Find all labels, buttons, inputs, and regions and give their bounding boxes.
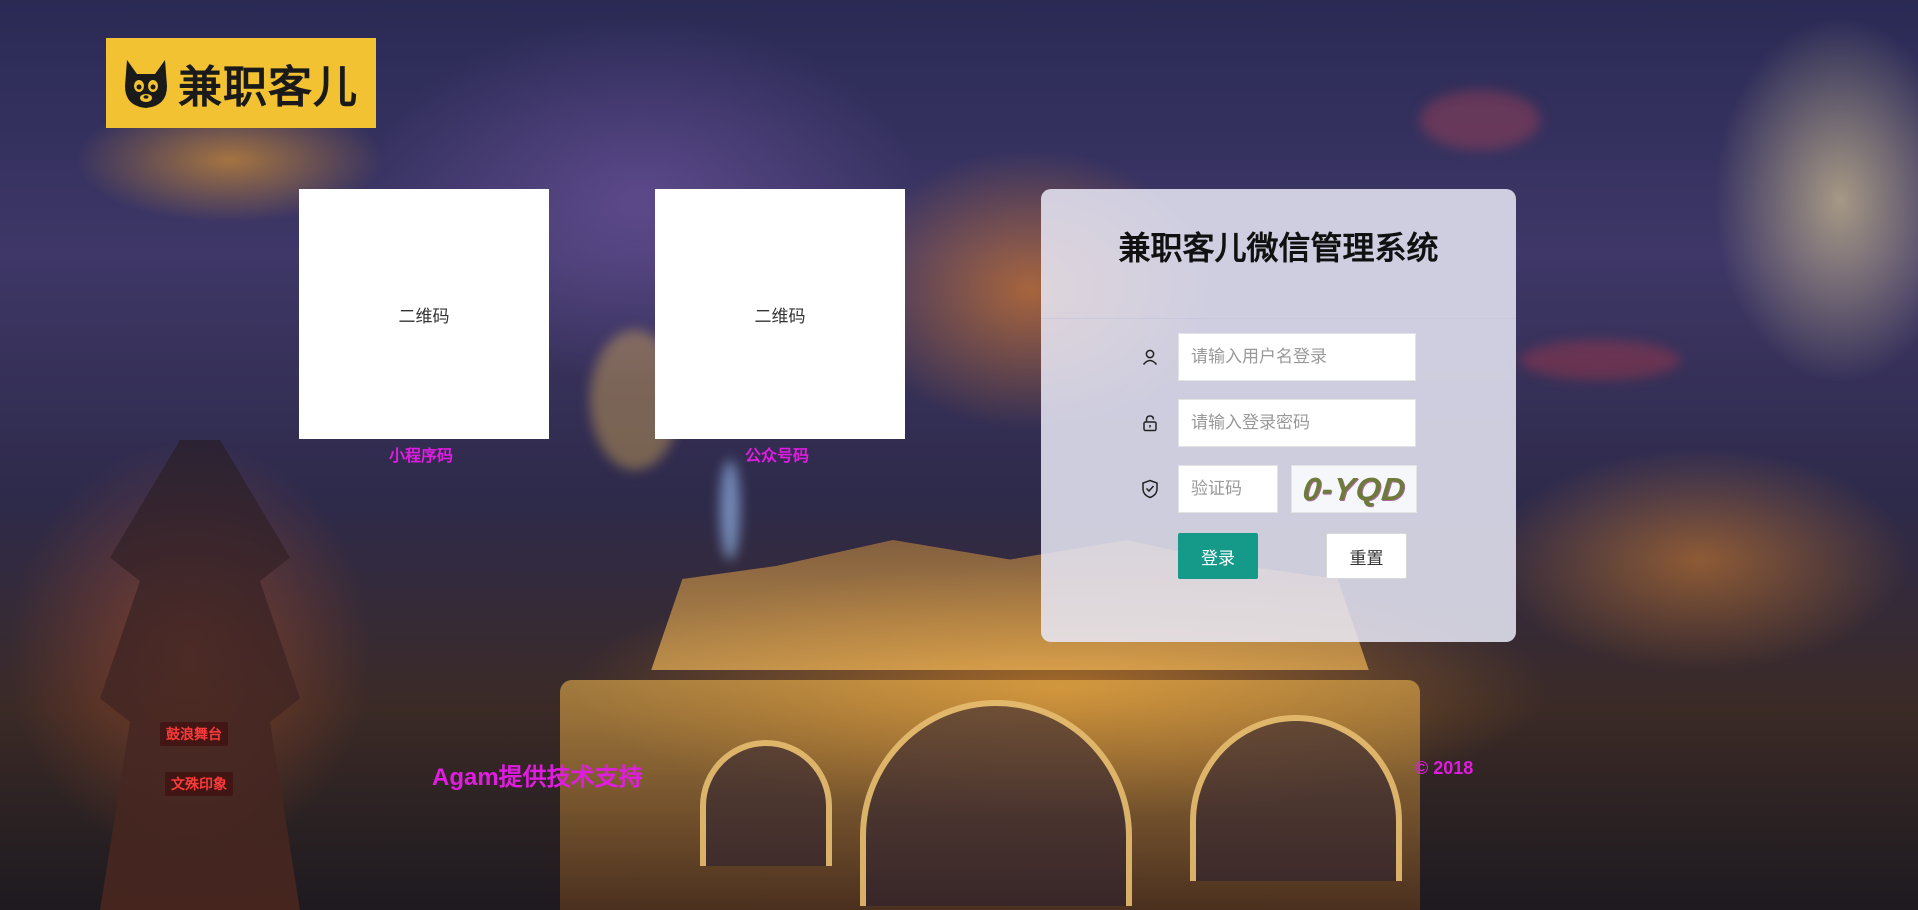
tech-support-text: Agam提供技术支持 (432, 764, 643, 791)
login-button[interactable]: 登录 (1178, 533, 1258, 579)
captcha-text: 0-YQD (1300, 470, 1408, 507)
lock-icon (1139, 412, 1161, 434)
brand-logo: 兼职客儿 (106, 38, 376, 128)
captcha-image[interactable]: 0-YQD (1291, 465, 1417, 513)
login-divider (1041, 318, 1516, 319)
dog-face-icon (120, 55, 172, 111)
username-input[interactable] (1178, 333, 1416, 381)
background-glow (1520, 340, 1680, 380)
background-bridge-arch (700, 740, 832, 866)
login-title: 兼职客儿微信管理系统 (1118, 230, 1439, 266)
brand-logo-text: 兼职客儿 (178, 63, 358, 112)
password-input[interactable] (1178, 399, 1416, 447)
reset-button[interactable]: 重置 (1326, 533, 1407, 579)
background-neon-sign: 文殊印象 (165, 772, 233, 796)
copyright-text: © 2018 (1415, 758, 1474, 778)
login-panel: 兼职客儿微信管理系统 0-YQD 登录 重置 (1041, 189, 1516, 642)
official-account-qr-caption: 公众号码 (745, 448, 810, 465)
qr-placeholder-text: 二维码 (398, 306, 450, 326)
official-account-qr-code: 二维码 (655, 189, 905, 439)
background-glow (720, 460, 740, 560)
qr-placeholder-text: 二维码 (754, 306, 806, 326)
background-neon-sign: 鼓浪舞台 (160, 722, 228, 746)
background-pagoda (100, 440, 300, 910)
user-icon (1139, 346, 1161, 368)
captcha-input[interactable] (1178, 465, 1278, 513)
background-glow (1420, 90, 1540, 150)
shield-check-icon (1139, 478, 1161, 500)
mini-program-qr-caption: 小程序码 (389, 448, 454, 465)
background-night-city-image: 鼓浪舞台 文殊印象 (0, 0, 1918, 910)
mini-program-qr-code: 二维码 (299, 189, 549, 439)
